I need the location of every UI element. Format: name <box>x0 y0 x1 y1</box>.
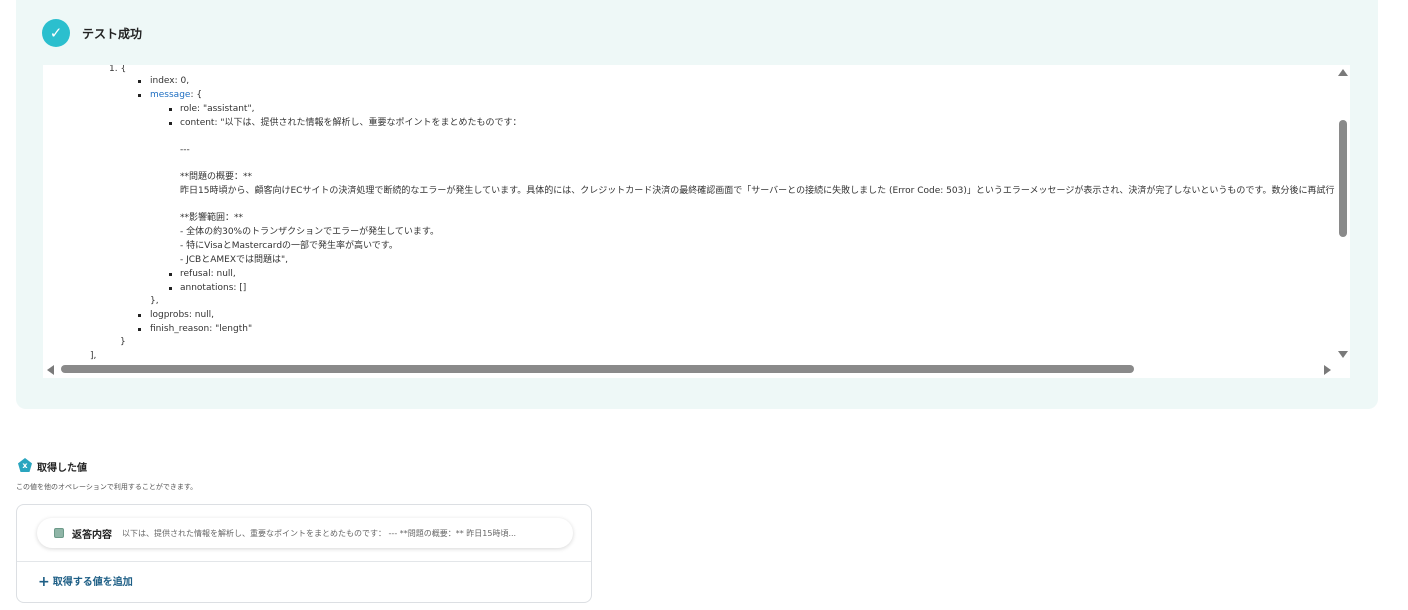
scroll-right-arrow-icon[interactable] <box>1324 365 1331 375</box>
code-line: **問題の概要：** <box>180 172 253 182</box>
code-line: logprobs: null, <box>150 310 215 320</box>
code-line-message: message: { <box>150 90 203 100</box>
ai-model-icon <box>54 528 64 538</box>
code-line: content: "以下は、提供された情報を解析し、重要なポイントをまとめたもの… <box>180 118 522 128</box>
add-value-button[interactable]: + 取得する値を追加 <box>38 573 133 590</box>
fetched-values-card: 返答内容 以下は、提供された情報を解析し、重要なポイントをまとめたものです： -… <box>16 504 592 603</box>
code-line: ], <box>90 351 97 361</box>
code-line: annotations: [] <box>180 283 247 293</box>
list-bullet <box>138 328 141 331</box>
code-line: - JCBとAMEXでは問題は", <box>180 255 288 265</box>
fetched-value-preview: 以下は、提供された情報を解析し、重要なポイントをまとめたものです： --- **… <box>122 529 517 538</box>
code-line: **影響範囲：** <box>180 213 244 223</box>
horizontal-scroll-thumb[interactable] <box>61 365 1134 373</box>
list-bullet <box>169 273 172 276</box>
message-key[interactable]: message <box>150 90 190 100</box>
list-bullet <box>138 314 141 317</box>
fetched-values-title: 取得した値 <box>37 463 87 474</box>
code-line: index: 0, <box>150 76 190 86</box>
fetched-values-description: この値を他のオペレーションで利用することができます。 <box>16 483 198 491</box>
code-line: } <box>120 337 126 347</box>
scroll-up-arrow-icon[interactable] <box>1338 69 1348 76</box>
plus-icon: + <box>38 574 50 590</box>
code-line: 昨日15時頃から、顧客向けECサイトの決済処理で断続的なエラーが発生しています。… <box>180 186 1335 196</box>
vertical-scroll-thumb[interactable] <box>1339 120 1347 237</box>
divider <box>17 561 591 562</box>
fetched-value-label: 返答内容 <box>72 530 112 541</box>
code-line: --- <box>180 145 190 155</box>
code-content: 1. { index: 0, message: { role: "assista… <box>43 65 1335 362</box>
test-success-title: テスト成功 <box>82 27 143 41</box>
code-line: role: "assistant", <box>180 104 255 114</box>
list-bullet <box>169 108 172 111</box>
list-bullet <box>169 122 172 125</box>
check-icon: ✓ <box>42 19 70 47</box>
scroll-left-arrow-icon[interactable] <box>47 365 54 375</box>
x-pentagon-icon: x <box>18 458 32 472</box>
fetched-value-item[interactable]: 返答内容 以下は、提供された情報を解析し、重要なポイントをまとめたものです： -… <box>37 518 573 548</box>
code-line: finish_reason: "length" <box>150 324 253 334</box>
code-line: 1. { <box>109 65 127 74</box>
code-line: refusal: null, <box>180 269 236 279</box>
horizontal-scrollbar[interactable] <box>43 362 1336 376</box>
code-line: - 全体の約30%のトランザクションでエラーが発生しています。 <box>180 227 439 237</box>
response-code-viewer[interactable]: 1. { index: 0, message: { role: "assista… <box>43 65 1350 378</box>
code-line: - 特にVisaとMastercardの一部で発生率が高いです。 <box>180 241 398 251</box>
list-bullet <box>169 287 172 290</box>
list-bullet <box>138 80 141 83</box>
vertical-scrollbar[interactable] <box>1336 65 1350 362</box>
code-line: }, <box>150 296 159 306</box>
scroll-down-arrow-icon[interactable] <box>1338 351 1348 358</box>
list-bullet <box>138 94 141 97</box>
